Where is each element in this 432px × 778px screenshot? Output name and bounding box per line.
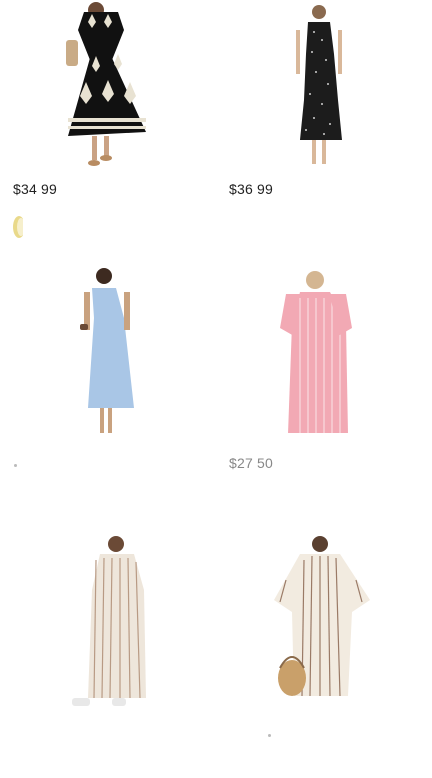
product-image[interactable] xyxy=(0,520,216,706)
product-price: $34 99 xyxy=(13,181,58,197)
product-card[interactable] xyxy=(0,520,216,778)
product-card[interactable]: $34 99 xyxy=(0,0,216,258)
product-card[interactable] xyxy=(216,520,432,778)
product-price: $36 99 xyxy=(229,181,274,197)
product-image[interactable] xyxy=(0,0,216,175)
product-card[interactable] xyxy=(0,258,216,516)
product-image[interactable] xyxy=(216,258,432,433)
product-card[interactable]: $36 99 xyxy=(216,0,432,258)
pagination-dot xyxy=(268,734,271,737)
product-image[interactable] xyxy=(216,0,432,175)
image-badge-icon xyxy=(13,216,23,238)
pagination-dot xyxy=(14,464,17,467)
product-price: $27 50 xyxy=(229,455,274,471)
product-image[interactable] xyxy=(216,520,432,697)
product-card[interactable]: $27 50 xyxy=(216,258,432,516)
product-image[interactable] xyxy=(0,258,216,433)
